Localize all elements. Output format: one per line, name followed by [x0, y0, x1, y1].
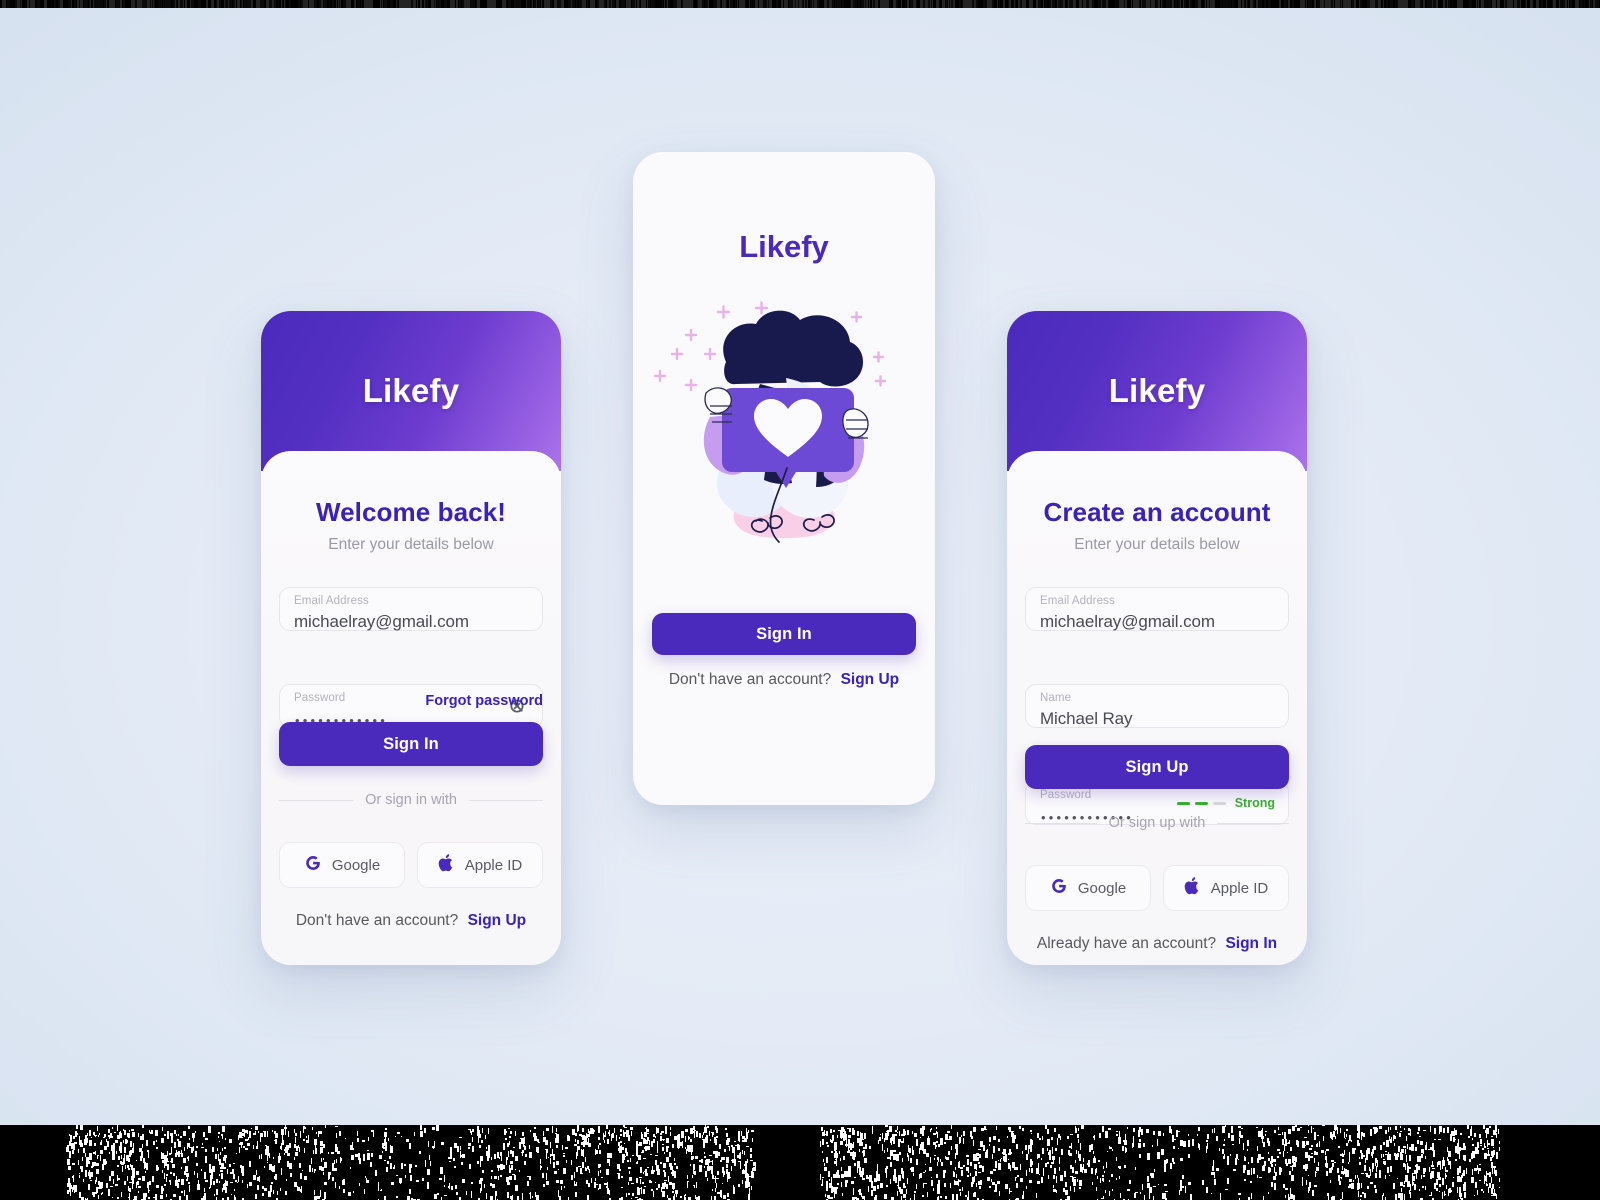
noise-block-left: [66, 1125, 756, 1200]
strength-bar-2: [1194, 801, 1208, 805]
strength-bar-3: [1212, 801, 1226, 805]
apple-icon: [1184, 876, 1201, 901]
strength-bar-1: [1176, 801, 1190, 805]
signup-name-field[interactable]: Name Michael Ray: [1025, 684, 1289, 728]
signup-page-title: Create an account: [1043, 497, 1271, 527]
password-strength-meter: Strong: [1176, 796, 1275, 810]
google-signup-button[interactable]: Google: [1025, 865, 1151, 911]
signin-footer-text: Don't have an account?: [295, 912, 459, 929]
signin-oauth-row: Google Apple ID: [279, 842, 543, 888]
page-title: Welcome back!: [315, 497, 507, 527]
splash-signup-link[interactable]: Sign Up: [841, 671, 900, 688]
bottom-edge-artifact: [0, 1125, 1600, 1200]
google-signup-label: Google: [1077, 879, 1127, 897]
splash-footer: Don't have an account? Sign Up: [633, 671, 935, 689]
google-signin-button[interactable]: Google: [279, 842, 405, 888]
signup-divider-line-right: [1217, 822, 1289, 824]
page-subtitle: Enter your details below: [328, 536, 494, 553]
signup-card-header: Likefy: [1007, 311, 1307, 471]
signup-button[interactable]: Sign Up: [1025, 745, 1289, 789]
apple-signin-label: Apple ID: [464, 856, 523, 874]
divider-line-left: [279, 799, 354, 801]
signin-card-header: Likefy: [261, 311, 561, 471]
forgot-password-link[interactable]: Forgot password: [425, 693, 543, 709]
signup-footer: Already have an account? Sign In: [1007, 935, 1307, 953]
email-field-label: Email Address: [294, 595, 369, 607]
splash-brand-title: Likefy: [739, 229, 829, 264]
apple-signup-label: Apple ID: [1210, 879, 1269, 897]
splash-signin-button[interactable]: Sign In: [652, 613, 916, 655]
signup-link[interactable]: Sign Up: [468, 912, 527, 929]
signup-name-label: Name: [1040, 692, 1072, 704]
signup-password-label: Password: [1040, 789, 1092, 801]
signup-email-value: michaelray@gmail.com: [1040, 612, 1215, 631]
noise-block-right: [820, 1125, 1500, 1200]
splash-card: Likefy Sign In Don't have an account? Si…: [633, 152, 935, 805]
apple-signup-button[interactable]: Apple ID: [1163, 865, 1289, 911]
strength-label: Strong: [1234, 796, 1275, 810]
signup-divider: Or sign up with: [1025, 815, 1289, 831]
google-signin-label: Google: [331, 856, 381, 874]
email-field-value: michaelray@gmail.com: [294, 612, 469, 631]
google-icon: [304, 854, 322, 877]
signin-divider: Or sign in with: [279, 792, 543, 808]
signup-page-subtitle: Enter your details below: [1074, 536, 1240, 553]
signup-name-value: Michael Ray: [1040, 709, 1133, 728]
signin-button[interactable]: Sign In: [279, 722, 543, 766]
brand-title: Likefy: [362, 372, 460, 409]
signup-divider-line-left: [1025, 822, 1097, 824]
email-field[interactable]: Email Address michaelray@gmail.com: [279, 587, 543, 631]
top-edge-artifact: [0, 0, 1600, 8]
signup-footer-text: Already have an account?: [1036, 935, 1217, 952]
signup-divider-label: Or sign up with: [1108, 815, 1206, 831]
brand-title-signup: Likefy: [1108, 372, 1206, 409]
signin-card-sheet: Welcome back! Enter your details below E…: [261, 451, 561, 965]
signup-email-label: Email Address: [1040, 595, 1115, 607]
splash-footer-text: Don't have an account?: [668, 671, 832, 688]
hero-illustration: [644, 292, 924, 557]
screenshot-stage: Likefy Welcome back! Enter your details …: [0, 0, 1600, 1200]
divider-line-right: [468, 799, 543, 801]
signin-card: Likefy Welcome back! Enter your details …: [261, 311, 561, 965]
google-icon: [1050, 877, 1068, 900]
divider-label: Or sign in with: [365, 792, 457, 808]
signup-email-field[interactable]: Email Address michaelray@gmail.com: [1025, 587, 1289, 631]
signup-oauth-row: Google Apple ID: [1025, 865, 1289, 911]
apple-icon: [438, 853, 455, 878]
apple-signin-button[interactable]: Apple ID: [417, 842, 543, 888]
signup-card: Likefy Create an account Enter your deta…: [1007, 311, 1307, 965]
signin-footer: Don't have an account? Sign Up: [261, 912, 561, 930]
signin-link[interactable]: Sign In: [1225, 935, 1277, 952]
signup-card-sheet: Create an account Enter your details bel…: [1007, 451, 1307, 965]
password-field-label: Password: [294, 692, 346, 704]
